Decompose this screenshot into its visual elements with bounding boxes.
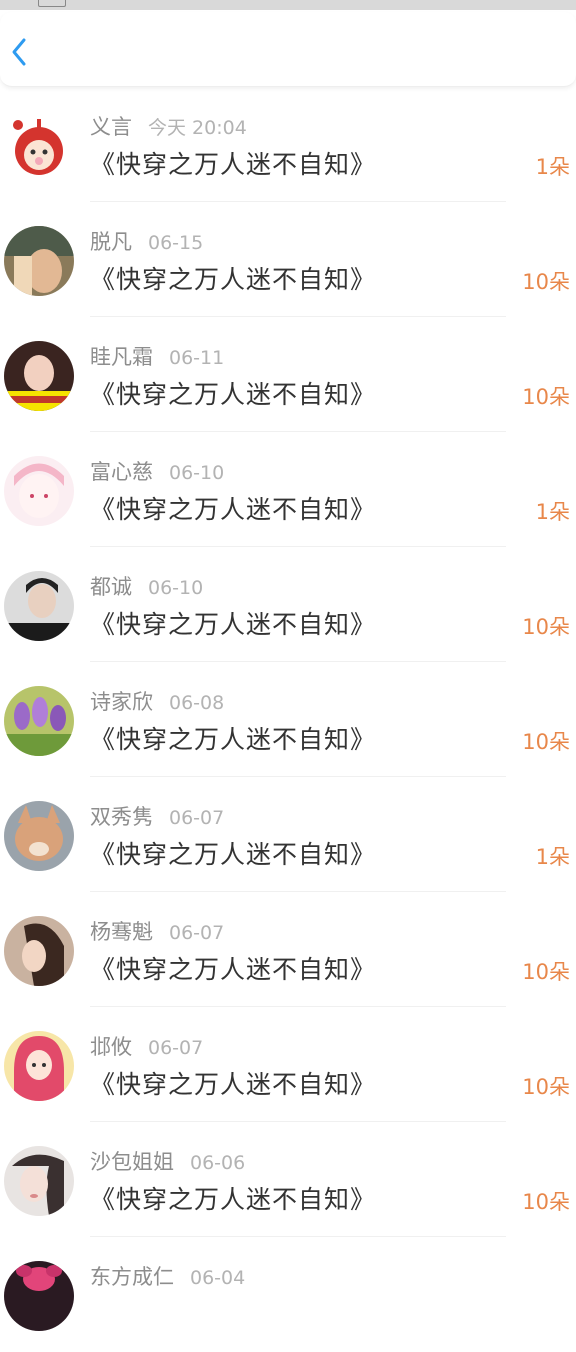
top-nav-bar: [0, 12, 576, 87]
list-item[interactable]: 义言 今天 20:04 《快穿之万人迷不自知》 1朵: [0, 87, 576, 202]
status-icon: [38, 0, 66, 7]
book-title: 《快穿之万人迷不自知》: [90, 380, 377, 409]
back-button[interactable]: [4, 32, 34, 72]
name-line: 双秀隽 06-07: [90, 801, 224, 831]
user-name[interactable]: 义言: [90, 111, 132, 141]
name-line: 义言 今天 20:04: [90, 111, 247, 141]
flower-count: 10朵: [522, 1190, 570, 1214]
record-date: 06-10: [148, 577, 204, 599]
user-name[interactable]: 沙包姐姐: [90, 1146, 174, 1176]
list-item[interactable]: 邶攸 06-07 《快穿之万人迷不自知》 10朵: [0, 1007, 576, 1122]
name-line: 沙包姐姐 06-06: [90, 1146, 245, 1176]
flower-count: 1朵: [535, 845, 570, 869]
flower-count: 1朵: [535, 500, 570, 524]
flower-count: 10朵: [522, 270, 570, 294]
list-item[interactable]: 双秀隽 06-07 《快穿之万人迷不自知》 1朵: [0, 777, 576, 892]
record-date: 06-10: [169, 462, 225, 484]
name-line: 东方成仁 06-04: [90, 1261, 245, 1291]
avatar[interactable]: [4, 1261, 74, 1331]
book-title: 《快穿之万人迷不自知》: [90, 610, 377, 639]
flower-count: 1朵: [535, 155, 570, 179]
user-name[interactable]: 脱凡: [90, 226, 132, 256]
flower-count: 10朵: [522, 960, 570, 984]
avatar[interactable]: [4, 111, 74, 181]
avatar[interactable]: [4, 801, 74, 871]
name-line: 眭凡霜 06-11: [90, 341, 224, 371]
avatar[interactable]: [4, 1146, 74, 1216]
user-name[interactable]: 双秀隽: [90, 801, 153, 831]
user-name[interactable]: 邶攸: [90, 1031, 132, 1061]
avatar[interactable]: [4, 1031, 74, 1101]
record-date: 06-07: [169, 807, 225, 829]
list-item[interactable]: 东方成仁 06-04: [0, 1237, 576, 1352]
status-bar: [0, 0, 576, 10]
avatar[interactable]: [4, 226, 74, 296]
user-name[interactable]: 杨骞魁: [90, 916, 153, 946]
flower-count: 10朵: [522, 615, 570, 639]
list-item[interactable]: 诗家欣 06-08 《快穿之万人迷不自知》 10朵: [0, 662, 576, 777]
list-item[interactable]: 脱凡 06-15 《快穿之万人迷不自知》 10朵: [0, 202, 576, 317]
user-name[interactable]: 都诚: [90, 571, 132, 601]
user-name[interactable]: 眭凡霜: [90, 341, 153, 371]
record-date: 06-07: [148, 1037, 204, 1059]
record-date: 06-07: [169, 922, 225, 944]
book-title: 《快穿之万人迷不自知》: [90, 725, 377, 754]
list-item[interactable]: 杨骞魁 06-07 《快穿之万人迷不自知》 10朵: [0, 892, 576, 1007]
user-name[interactable]: 富心慈: [90, 456, 153, 486]
record-date: 06-04: [190, 1267, 246, 1289]
book-title: 《快穿之万人迷不自知》: [90, 1070, 377, 1099]
name-line: 富心慈 06-10: [90, 456, 224, 486]
record-date: 06-11: [169, 347, 225, 369]
book-title: 《快穿之万人迷不自知》: [90, 495, 377, 524]
book-title: 《快穿之万人迷不自知》: [90, 150, 377, 179]
record-date: 今天 20:04: [148, 117, 247, 139]
book-title: 《快穿之万人迷不自知》: [90, 1185, 377, 1214]
name-line: 脱凡 06-15: [90, 226, 203, 256]
gift-record-list: 义言 今天 20:04 《快穿之万人迷不自知》 1朵 脱凡 06-15 《快穿之…: [0, 87, 576, 1352]
record-date: 06-06: [190, 1152, 246, 1174]
user-name[interactable]: 诗家欣: [90, 686, 153, 716]
avatar[interactable]: [4, 916, 74, 986]
record-date: 06-08: [169, 692, 225, 714]
avatar[interactable]: [4, 341, 74, 411]
book-title: 《快穿之万人迷不自知》: [90, 265, 377, 294]
book-title: 《快穿之万人迷不自知》: [90, 840, 377, 869]
record-date: 06-15: [148, 232, 204, 254]
flower-count: 10朵: [522, 1075, 570, 1099]
name-line: 杨骞魁 06-07: [90, 916, 224, 946]
list-item[interactable]: 都诚 06-10 《快穿之万人迷不自知》 10朵: [0, 547, 576, 662]
list-item[interactable]: 沙包姐姐 06-06 《快穿之万人迷不自知》 10朵: [0, 1122, 576, 1237]
chevron-left-icon: [12, 38, 26, 66]
avatar[interactable]: [4, 571, 74, 641]
flower-count: 10朵: [522, 730, 570, 754]
name-line: 邶攸 06-07: [90, 1031, 203, 1061]
avatar[interactable]: [4, 686, 74, 756]
flower-count: 10朵: [522, 385, 570, 409]
list-item[interactable]: 富心慈 06-10 《快穿之万人迷不自知》 1朵: [0, 432, 576, 547]
list-item[interactable]: 眭凡霜 06-11 《快穿之万人迷不自知》 10朵: [0, 317, 576, 432]
user-name[interactable]: 东方成仁: [90, 1261, 174, 1291]
name-line: 都诚 06-10: [90, 571, 203, 601]
avatar[interactable]: [4, 456, 74, 526]
book-title: 《快穿之万人迷不自知》: [90, 955, 377, 984]
name-line: 诗家欣 06-08: [90, 686, 224, 716]
